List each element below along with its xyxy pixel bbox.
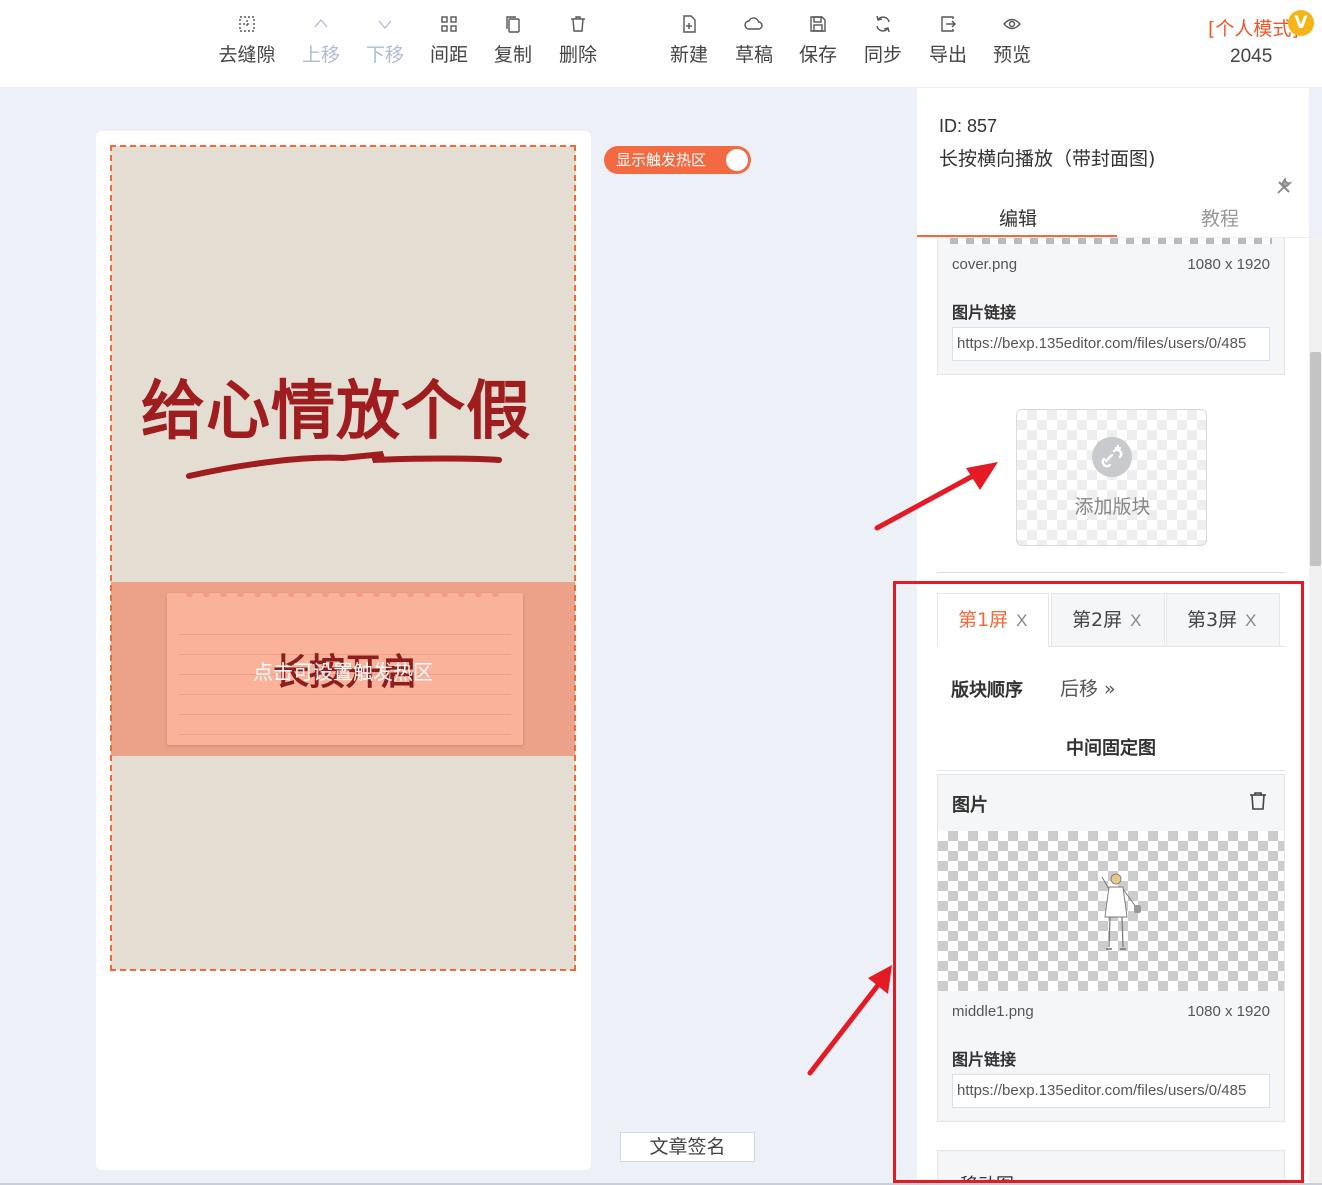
cloud-icon [744,17,763,30]
new-file-icon [683,15,696,33]
link-plus-icon [1092,437,1132,477]
move-up-label: 上移 [301,44,340,66]
figure-illustration [1101,873,1141,950]
delete-label: 删除 [558,44,597,66]
screen-tabs: 第1屏 X 第2屏 X 第3屏 X [937,593,1285,647]
divider [937,572,1285,573]
close-icon[interactable]: X [1130,611,1141,630]
tab-screen-3-label: 第3屏 [1187,609,1238,631]
sync-icon [876,15,890,33]
spacing-button[interactable]: 间距 [417,14,481,67]
poster-title: 给心情放个假 [141,375,531,449]
close-icon[interactable]: X [1016,611,1027,630]
tab-screen-1-label: 第1屏 [958,609,1009,631]
delete-button[interactable]: 删除 [546,14,610,67]
move-down-label: 下移 [365,44,404,66]
personal-mode-link[interactable]: [个人模式] [1208,14,1299,41]
image-heading: 图片 [952,795,988,816]
panel-tabs: 编辑 教程 [917,194,1309,238]
cover-thumbnail-strip [950,238,1272,244]
template-name: 长按横向播放（带封面图) [939,148,1156,170]
copy-button[interactable]: 复制 [481,14,545,67]
block-order-label: 版块顺序 [951,680,1023,701]
tab-edit[interactable]: 编辑 [999,204,1037,231]
tab-tutorial[interactable]: 教程 [1201,204,1239,231]
toggle-knob [726,149,748,171]
export-button[interactable]: 导出 [916,14,980,67]
tab-screen-2[interactable]: 第2屏 X [1051,593,1165,647]
save-label: 保存 [798,44,837,66]
chevron-up-icon [314,18,328,28]
article-signature-button[interactable]: 文章签名 [620,1132,755,1162]
trash-icon [571,16,585,32]
grid-icon [239,16,255,32]
move-down-button[interactable]: 下移 [353,14,417,67]
add-block-button[interactable]: 添加版块 [1016,409,1207,546]
new-label: 新建 [669,44,708,66]
cover-link-input[interactable]: https://bexp.135editor.com/files/users/0… [952,327,1270,361]
eye-icon [1003,18,1021,30]
poster-preview[interactable]: 给心情放个假 长按开启 点击可设置触发热区 [111,146,575,970]
spacing-label: 间距 [429,44,468,66]
right-panel: ID: 857 长按横向播放（带封面图) 编辑 教程 cover.png 108… [917,88,1309,1185]
move-up-button[interactable]: 上移 [289,14,353,67]
save-icon [810,16,826,32]
chevron-down-icon [378,20,392,30]
scrollbar-thumb[interactable] [1310,352,1321,566]
copy-icon [506,16,520,33]
toolbar: 去缝隙 上移 下移 间距 复制 删除 新建 草稿 保存 同步 导出 预览 [个人… [0,0,1322,88]
tab-screen-1[interactable]: 第1屏 X [937,593,1049,647]
sync-button[interactable]: 同步 [851,14,915,67]
middle-file-size: 1080 x 1920 [1187,1003,1270,1020]
spacing-icon [441,16,457,32]
moving-image-card[interactable]: 移动图 ⌄ [937,1150,1285,1185]
add-block-label: 添加版块 [1074,496,1151,518]
cover-file-size: 1080 x 1920 [1187,256,1270,273]
sync-label: 同步 [863,44,902,66]
export-label: 导出 [928,44,967,66]
active-tab-indicator [917,235,1117,237]
save-button[interactable]: 保存 [786,14,850,67]
tab-screen-3[interactable]: 第3屏 X [1166,593,1280,647]
preview-label: 预览 [992,44,1031,66]
vip-badge: V [1288,10,1314,36]
move-back-button[interactable]: 后移 » [1060,674,1116,701]
copy-label: 复制 [493,44,532,66]
middle-link-label: 图片链接 [952,1050,1017,1069]
template-id: ID: 857 [939,116,998,136]
middle-image-card: 图片 middle1.png 1080 x 1920 图片链接 https://… [937,774,1285,1122]
close-icon[interactable]: X [1245,611,1256,630]
cover-link-label: 图片链接 [952,303,1017,322]
cover-file-name: cover.png [952,256,1018,273]
toggle-label: 显示触发热区 [616,151,707,169]
cover-image-card: cover.png 1080 x 1920 图片链接 https://bexp.… [937,238,1285,375]
new-button[interactable]: 新建 [657,14,721,67]
export-icon [941,16,956,32]
section-title: 中间固定图 [937,734,1285,771]
remove-gap-button[interactable]: 去缝隙 [215,14,279,67]
tab-screen-2-label: 第2屏 [1072,609,1123,631]
arrow-to-screen-tabs [807,965,892,1076]
show-hotzone-toggle[interactable]: 显示触发热区 [604,146,751,174]
user-count: 2045 [1230,46,1273,67]
draft-button[interactable]: 草稿 [722,14,786,67]
middle-file-name: middle1.png [952,1003,1034,1020]
middle-link-input[interactable]: https://bexp.135editor.com/files/users/0… [952,1074,1270,1108]
remove-gap-label: 去缝隙 [218,44,276,66]
preview-button[interactable]: 预览 [980,14,1044,67]
hotzone-hint[interactable]: 点击可设置触发热区 [111,656,575,685]
draft-label: 草稿 [734,44,773,66]
image-thumbnail[interactable] [938,831,1284,991]
brush-stroke-decoration [186,451,502,479]
trash-icon[interactable] [1248,791,1268,811]
